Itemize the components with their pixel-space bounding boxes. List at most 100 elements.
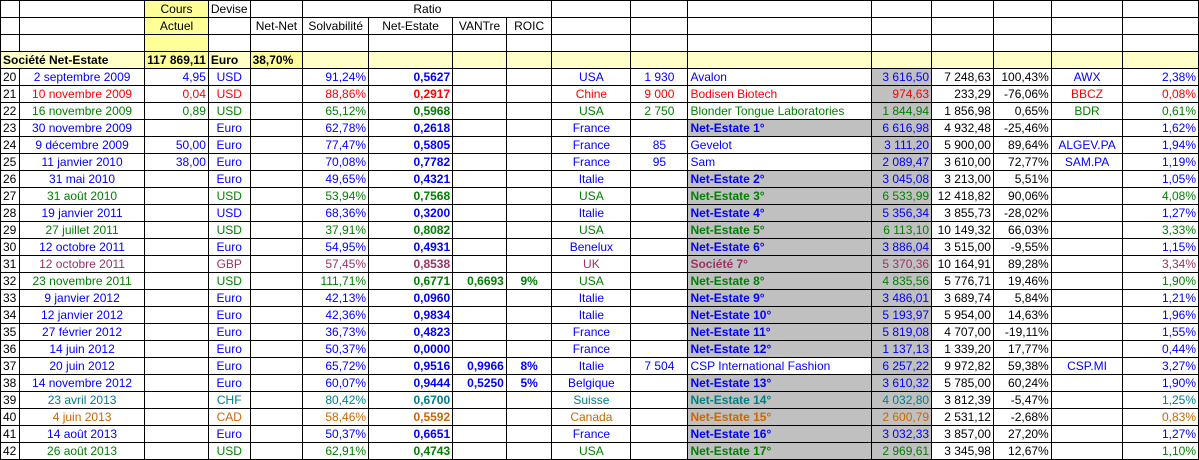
cours-cell[interactable] — [144, 255, 209, 273]
company-name-cell[interactable]: Net-Estate 12° — [687, 340, 873, 358]
country-cell[interactable]: USA — [551, 442, 632, 460]
value-1-cell[interactable]: 6 257,22 — [871, 357, 933, 375]
netnet-cell[interactable] — [249, 170, 304, 188]
value-2-cell[interactable]: 12 418,82 — [931, 187, 994, 205]
cours-cell[interactable]: 50,00 — [144, 136, 209, 154]
performance-cell[interactable]: -19,11% — [992, 323, 1052, 341]
roic-cell[interactable] — [505, 102, 553, 120]
company-name-cell[interactable]: CSP International Fashion — [687, 357, 873, 375]
cell[interactable] — [505, 51, 553, 69]
cours-cell[interactable] — [144, 306, 209, 324]
solvabilite-cell[interactable]: 57,45% — [302, 255, 370, 273]
cell[interactable] — [1122, 17, 1199, 35]
roic-cell[interactable] — [505, 187, 553, 205]
weight-cell[interactable]: 1,25% — [1122, 391, 1199, 409]
cours-cell[interactable] — [144, 272, 209, 290]
cell[interactable] — [931, 34, 994, 52]
cours-cell[interactable] — [144, 442, 209, 460]
company-name-cell[interactable]: Net-Estate 17° — [687, 442, 873, 460]
cell[interactable] — [992, 34, 1052, 52]
cell[interactable] — [871, 34, 933, 52]
devise-cell[interactable]: Euro — [207, 323, 251, 341]
quantity-cell[interactable]: 7 504 — [630, 357, 689, 375]
quantity-cell[interactable] — [630, 221, 689, 239]
netnet-cell[interactable] — [249, 85, 304, 103]
country-cell[interactable]: Belgique — [551, 374, 632, 392]
cours-cell[interactable] — [144, 187, 209, 205]
value-2-cell[interactable]: 3 855,73 — [931, 204, 994, 222]
vantre-cell[interactable] — [452, 85, 507, 103]
devise-cell[interactable]: CAD — [207, 408, 251, 426]
weight-cell[interactable]: 1,10% — [1122, 442, 1199, 460]
cell[interactable] — [1050, 51, 1124, 69]
cell[interactable] — [871, 0, 933, 18]
quantity-cell[interactable] — [630, 170, 689, 188]
cell[interactable] — [630, 51, 689, 69]
cell[interactable] — [551, 17, 632, 35]
netnet-cell[interactable] — [249, 306, 304, 324]
ticker-cell[interactable] — [1050, 221, 1124, 239]
value-1-cell[interactable]: 974,63 — [871, 85, 933, 103]
weight-cell[interactable]: 3,33% — [1122, 221, 1199, 239]
net-estate-cell[interactable]: 0,5592 — [368, 408, 454, 426]
devise-cell[interactable]: USD — [207, 68, 251, 86]
ticker-cell[interactable] — [1050, 238, 1124, 256]
cours-cell[interactable] — [144, 357, 209, 375]
header-solvabilite[interactable]: Solvabilité — [302, 17, 370, 35]
value-1-cell[interactable]: 3 486,01 — [871, 289, 933, 307]
net-estate-cell[interactable]: 0,6651 — [368, 425, 454, 443]
value-2-cell[interactable]: 3 857,00 — [931, 425, 994, 443]
performance-cell[interactable]: 5,84% — [992, 289, 1052, 307]
net-estate-cell[interactable]: 0,8082 — [368, 221, 454, 239]
date-cell[interactable]: 9 janvier 2012 — [18, 289, 146, 307]
weight-cell[interactable]: 1,90% — [1122, 272, 1199, 290]
devise-cell[interactable]: Euro — [207, 153, 251, 171]
weight-cell[interactable]: 3,27% — [1122, 357, 1199, 375]
quantity-cell[interactable] — [630, 187, 689, 205]
header-devise[interactable]: Devise — [207, 0, 251, 18]
net-estate-cell[interactable]: 0,4321 — [368, 170, 454, 188]
row-number-cell[interactable]: 32 — [0, 272, 20, 290]
row-number-cell[interactable]: 42 — [0, 442, 20, 460]
header-actuel[interactable]: Actuel — [144, 17, 209, 35]
quantity-cell[interactable]: 2 750 — [630, 102, 689, 120]
value-2-cell[interactable]: 5 776,71 — [931, 272, 994, 290]
value-2-cell[interactable]: 7 248,63 — [931, 68, 994, 86]
net-estate-cell[interactable]: 0,7568 — [368, 187, 454, 205]
cell[interactable] — [1050, 17, 1124, 35]
ticker-cell[interactable] — [1050, 187, 1124, 205]
value-1-cell[interactable]: 3 886,04 — [871, 238, 933, 256]
net-estate-cell[interactable]: 0,4823 — [368, 323, 454, 341]
vantre-cell[interactable] — [452, 425, 507, 443]
header-netnet[interactable]: Net-Net — [249, 17, 304, 35]
cours-cell[interactable] — [144, 391, 209, 409]
devise-cell[interactable]: USD — [207, 221, 251, 239]
country-cell[interactable]: France — [551, 340, 632, 358]
vantre-cell[interactable] — [452, 408, 507, 426]
net-estate-cell[interactable]: 0,0960 — [368, 289, 454, 307]
devise-cell[interactable]: USD — [207, 442, 251, 460]
row-number-cell[interactable]: 36 — [0, 340, 20, 358]
vantre-cell[interactable] — [452, 136, 507, 154]
solvabilite-cell[interactable]: 54,95% — [302, 238, 370, 256]
solvabilite-cell[interactable]: 80,42% — [302, 391, 370, 409]
solvabilite-cell[interactable]: 50,37% — [302, 425, 370, 443]
netnet-cell[interactable] — [249, 119, 304, 137]
quantity-cell[interactable] — [630, 255, 689, 273]
cell[interactable] — [992, 17, 1052, 35]
societe-pct[interactable]: 38,70% — [249, 51, 304, 69]
cours-cell[interactable] — [144, 170, 209, 188]
net-estate-cell[interactable]: 0,4931 — [368, 238, 454, 256]
vantre-cell[interactable]: 0,6693 — [452, 272, 507, 290]
roic-cell[interactable]: 5% — [505, 374, 553, 392]
cell[interactable] — [505, 34, 553, 52]
net-estate-cell[interactable]: 0,2917 — [368, 85, 454, 103]
quantity-cell[interactable] — [630, 408, 689, 426]
ticker-cell[interactable] — [1050, 374, 1124, 392]
netnet-cell[interactable] — [249, 408, 304, 426]
solvabilite-cell[interactable]: 42,13% — [302, 289, 370, 307]
vantre-cell[interactable] — [452, 153, 507, 171]
vantre-cell[interactable] — [452, 221, 507, 239]
country-cell[interactable]: France — [551, 119, 632, 137]
roic-cell[interactable] — [505, 221, 553, 239]
